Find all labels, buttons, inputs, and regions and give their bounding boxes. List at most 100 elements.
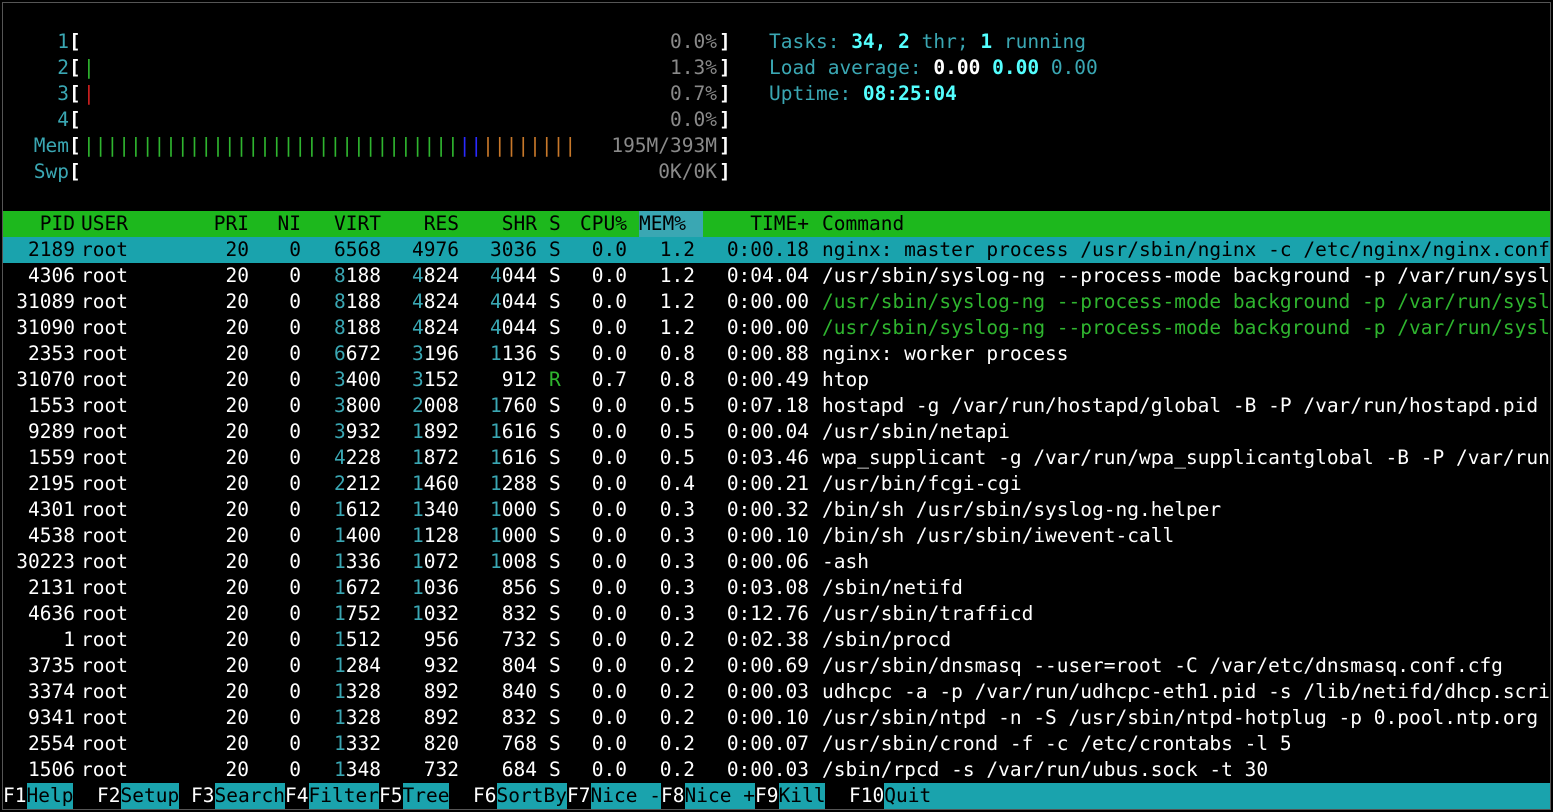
column-time[interactable]: TIME+ xyxy=(707,211,809,237)
column-state[interactable]: S xyxy=(549,211,563,237)
meter-label: 2 xyxy=(57,56,69,79)
cell-pri: 20 xyxy=(225,680,249,703)
cell-cpu: 0.0 xyxy=(591,576,627,599)
cell-ni: 0 xyxy=(289,524,301,547)
fkey-f1-label[interactable]: Help xyxy=(26,783,74,809)
cell-time: 0:00.00 xyxy=(726,290,809,313)
cell-pid: 4538 xyxy=(28,524,75,547)
cell-s: S xyxy=(549,394,561,417)
table-row[interactable]: 2554 root 20 0 1332 820 768 S 0.0 0.2 0:00.07/usr/… xyxy=(3,731,1550,757)
table-row[interactable]: 3735 root 20 0 1284 932 804 S 0.0 0.2 0:00.69/usr/… xyxy=(3,653,1550,679)
column-virt[interactable]: VIRT xyxy=(315,211,381,237)
table-row[interactable]: 4636 root 20 0 1752 1032 832 S 0.0 0.3 0:12.76/usr… xyxy=(3,601,1550,627)
fkey-f9-label[interactable]: Kill xyxy=(778,783,826,809)
cell-cpu: 0.0 xyxy=(591,706,627,729)
cell-pri: 20 xyxy=(225,706,249,729)
cell-virt: 4228 xyxy=(334,446,381,469)
fkey-f2-label[interactable]: Setup xyxy=(120,783,180,809)
table-row[interactable]: 1506 root 20 0 1348 732 684 S 0.0 0.2 0:00.03/sbin… xyxy=(3,757,1550,783)
cell-time: 0:00.69 xyxy=(726,654,809,677)
fkey-f2[interactable]: F2 xyxy=(97,783,121,809)
fkey-f8-label[interactable]: Nice + xyxy=(684,783,755,809)
column-pid[interactable]: PID xyxy=(3,211,75,237)
column-mem-sorted[interactable]: MEM% xyxy=(639,211,703,237)
cell-mem: 0.8 xyxy=(659,368,695,391)
table-row[interactable]: 3374 root 20 0 1328 892 840 S 0.0 0.2 0:00.03 udhcp… xyxy=(3,679,1550,705)
cell-s: S xyxy=(549,758,561,781)
meter-bracket-close: ] xyxy=(719,134,731,157)
cell-user: root xyxy=(81,342,128,365)
cell-pid: 4636 xyxy=(28,602,75,625)
table-row[interactable]: 9289 root 20 0 3932 1892 1616 S 0.0 0.5 0:00.04/us… xyxy=(3,419,1550,445)
meter-label: Mem xyxy=(33,134,69,157)
table-row[interactable]: 2195 root 20 0 2212 1460 1288 S 0.0 0.4 0:00.21/us… xyxy=(3,471,1550,497)
table-row[interactable]: 2353 root 20 0 6672 3196 1136 S 0.0 0.8 0:00.88 ngi… xyxy=(3,341,1550,367)
cell-shr: 3036 xyxy=(490,238,537,261)
fkey-f5-label[interactable]: Tree xyxy=(402,783,450,809)
cell-s: S xyxy=(549,264,561,287)
table-row[interactable]: 2131 root 20 0 1672 1036 856 S 0.0 0.3 0:03.08/sbi… xyxy=(3,575,1550,601)
column-pri[interactable]: PRI xyxy=(193,211,249,237)
table-row[interactable]: 1559 root 20 0 4228 1872 1616 S 0.0 0.5 0:03.46 wpa… xyxy=(3,445,1550,471)
fkey-f9[interactable]: F9 xyxy=(755,783,779,809)
table-row[interactable]: 31070 root 20 0 3400 3152 912 R 0.7 0.8 0:00.49 hto… xyxy=(3,367,1550,393)
cell-time: 0:12.76 xyxy=(726,602,809,625)
fkey-f4-label[interactable]: Filter xyxy=(308,783,379,809)
table-row[interactable]: 1 root 20 0 1512 956 732 S 0.0 0.2 0:02.38/sbin/pr… xyxy=(3,627,1550,653)
cell-user: root xyxy=(81,654,128,677)
column-ni[interactable]: NI xyxy=(257,211,301,237)
fkey-f10[interactable]: F10 xyxy=(849,783,885,809)
fkey-f7[interactable]: F7 xyxy=(567,783,591,809)
meter-bars: ||||||||||||||||||||||||||||||||||||||||… xyxy=(83,133,576,159)
cell-time: 0:00.32 xyxy=(726,498,809,521)
cell-cpu: 0.7 xyxy=(591,368,627,391)
cell-user: root xyxy=(81,602,128,625)
cell-res: 4824 xyxy=(412,316,459,339)
cell-cpu: 0.0 xyxy=(591,290,627,313)
fkey-f1[interactable]: F1 xyxy=(3,783,27,809)
cell-mem: 0.2 xyxy=(659,732,695,755)
column-shr[interactable]: SHR xyxy=(471,211,537,237)
cell-s: S xyxy=(549,342,561,365)
column-cpu[interactable]: CPU% xyxy=(567,211,627,237)
fkey-f5[interactable]: F5 xyxy=(379,783,403,809)
column-command[interactable]: Command xyxy=(822,211,1550,237)
cell-ni: 0 xyxy=(289,628,301,651)
table-row[interactable]: 4306 root 20 0 8188 4824 4044 S 0.0 1.2 0:04.04/us… xyxy=(3,263,1550,289)
cell-virt: 1512 xyxy=(334,628,381,651)
table-row[interactable]: 31090 root 20 0 8188 4824 4044 S 0.0 1.2 0:00.00/u… xyxy=(3,315,1550,341)
cell-ni: 0 xyxy=(289,472,301,495)
column-user[interactable]: USER xyxy=(81,211,201,237)
cell-cmd: hostapd -g /var/run/hostapd/global -B -P… xyxy=(822,394,1539,417)
cell-pid: 2195 xyxy=(28,472,75,495)
cell-ni: 0 xyxy=(289,264,301,287)
fkey-f8[interactable]: F8 xyxy=(661,783,685,809)
fkey-f4[interactable]: F4 xyxy=(285,783,309,809)
fkey-f6[interactable]: F6 xyxy=(473,783,497,809)
cell-s: S xyxy=(549,732,561,755)
meter-1: 2[| 1.3%] xyxy=(3,55,731,81)
table-row[interactable]: 4301 root 20 0 1612 1340 1000 S 0.0 0.3 0:00.32/bi… xyxy=(3,497,1550,523)
table-row[interactable]: 30223 root 20 0 1336 1072 1008 S 0.0 0.3 0:00.06 -a… xyxy=(3,549,1550,575)
function-key-bar: F1 Help F2 Setup F3 Search F4 Filter F5 Tree F6… xyxy=(3,783,1550,809)
fkey-f3[interactable]: F3 xyxy=(191,783,215,809)
fkey-f7-label[interactable]: Nice - xyxy=(590,783,661,809)
table-row-selected[interactable]: 2189 root 20 0 6568 4976 3036 S 0.0 1.2 0:00.18 ngi… xyxy=(3,237,1550,263)
cell-s: S xyxy=(549,706,561,729)
fkey-f6-label[interactable]: SortBy xyxy=(496,783,567,809)
table-row[interactable]: 4538 root 20 0 1400 1128 1000 S 0.0 0.3 0:00.10/bi… xyxy=(3,523,1550,549)
column-res[interactable]: RES xyxy=(393,211,459,237)
cell-mem: 0.5 xyxy=(659,420,695,443)
cell-virt: 3800 xyxy=(334,394,381,417)
table-row[interactable]: 1553 root 20 0 3800 2008 1760 S 0.0 0.5 0:07.18 hos… xyxy=(3,393,1550,419)
cell-cmd: /usr/sbin/dnsmasq --user=root -C /var/et… xyxy=(822,654,1503,677)
cell-res: 3196 xyxy=(412,342,459,365)
cell-res: 1128 xyxy=(412,524,459,547)
fkey-f10-label[interactable]: Quit xyxy=(884,783,1550,809)
cell-pid: 4306 xyxy=(28,264,75,287)
table-row[interactable]: 31089 root 20 0 8188 4824 4044 S 0.0 1.2 0:00.00/u… xyxy=(3,289,1550,315)
cell-shr: 4044 xyxy=(490,264,537,287)
table-row[interactable]: 9341 root 20 0 1328 892 832 S 0.0 0.2 0:00.10/usr/… xyxy=(3,705,1550,731)
cell-pri: 20 xyxy=(225,550,249,573)
fkey-f3-label[interactable]: Search xyxy=(214,783,285,809)
